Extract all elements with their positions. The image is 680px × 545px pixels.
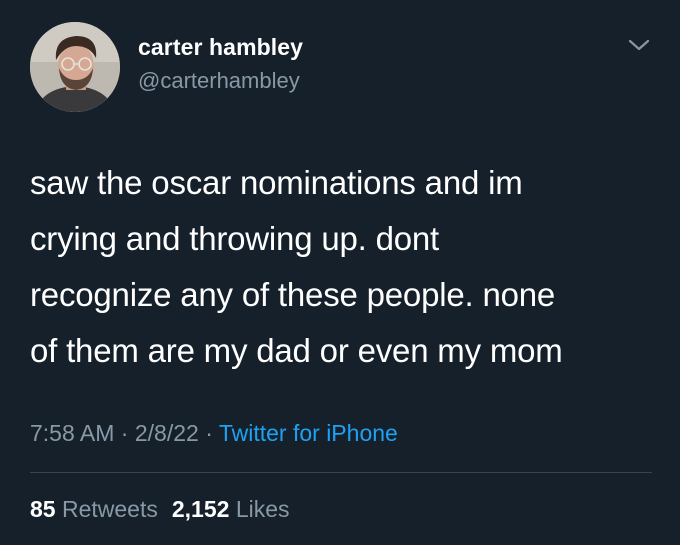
tweet-meta: 7:58 AM · 2/8/22 · Twitter for iPhone bbox=[30, 420, 398, 447]
tweet-card: carter hambley @carterhambley saw the os… bbox=[0, 0, 680, 545]
tweet-text: saw the oscar nominations and im crying … bbox=[30, 164, 563, 369]
user-handle[interactable]: @carterhambley bbox=[138, 68, 300, 94]
tweet-source-link[interactable]: Twitter for iPhone bbox=[219, 420, 398, 446]
retweets-stat[interactable]: 85 Retweets bbox=[30, 496, 158, 522]
tweet-date[interactable]: 2/8/22 bbox=[135, 420, 199, 446]
chevron-down-icon[interactable] bbox=[626, 36, 652, 54]
avatar-photo bbox=[30, 22, 120, 112]
retweets-count: 85 bbox=[30, 496, 56, 522]
display-name[interactable]: carter hambley bbox=[138, 34, 303, 61]
tweet-time[interactable]: 7:58 AM bbox=[30, 420, 114, 446]
likes-count: 2,152 bbox=[171, 496, 230, 522]
divider bbox=[30, 472, 652, 473]
likes-label: Likes bbox=[235, 496, 290, 522]
avatar[interactable] bbox=[30, 22, 120, 112]
retweets-label: Retweets bbox=[61, 496, 158, 522]
meta-separator: · bbox=[205, 420, 213, 446]
likes-stat[interactable]: 2,152 Likes bbox=[172, 496, 290, 522]
tweet-stats: 85 Retweets 2,152 Likes bbox=[30, 496, 290, 523]
meta-separator: · bbox=[120, 420, 129, 446]
